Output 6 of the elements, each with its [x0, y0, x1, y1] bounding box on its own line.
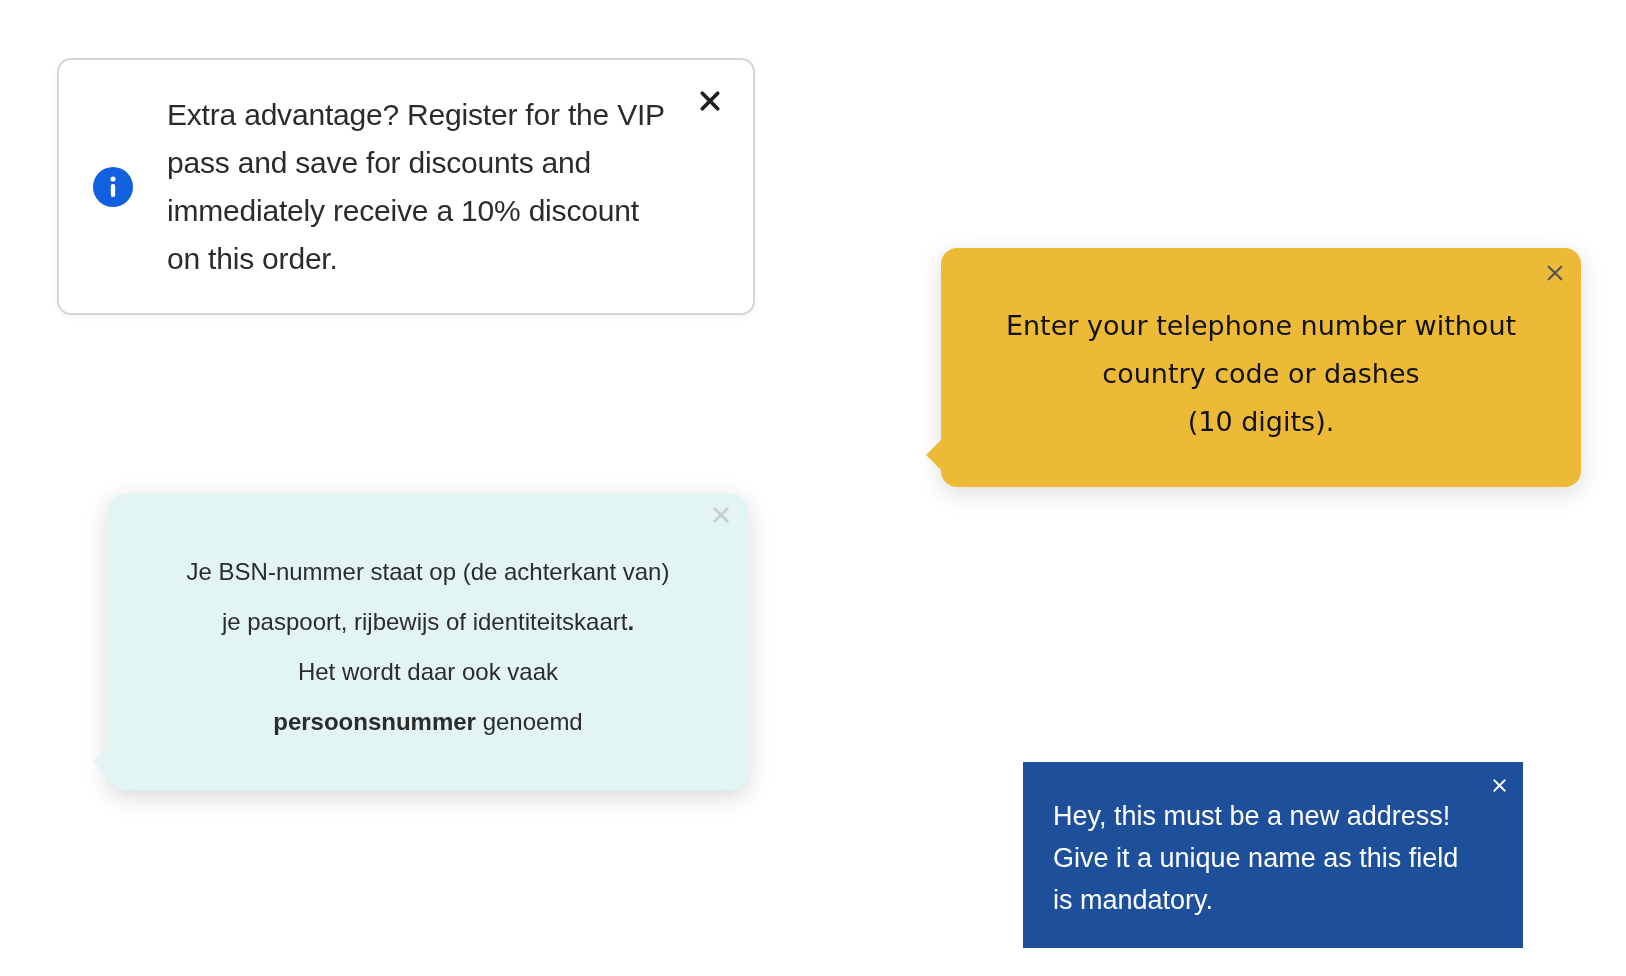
tooltip-text: Enter your telephone number without country code or dashes (10 digits).	[1004, 308, 1518, 439]
close-button[interactable]	[699, 90, 721, 112]
tooltip-text: Extra advantage? Register for the VIP pass and save for discounts and immediately receive a 10% discount on this order.	[167, 96, 666, 277]
info-icon	[93, 166, 133, 207]
tooltip-text: Je BSN-nummer staat op (de achterkant van) je paspoort, rijbewijs of identiteitskaart. Het wordt daar ook vaak persoonsnummer genoemd	[186, 557, 670, 737]
tooltip-text: Hey, this must be a new address! Give it a unique name as this field is mandatory.	[1053, 800, 1459, 917]
